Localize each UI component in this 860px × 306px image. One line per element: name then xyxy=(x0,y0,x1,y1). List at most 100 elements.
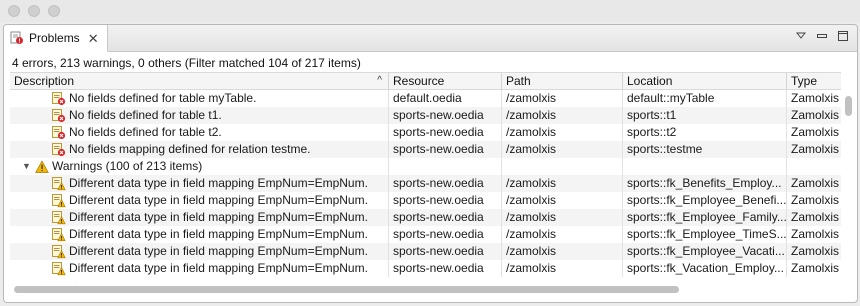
warning-group-icon xyxy=(35,159,49,174)
problem-row[interactable]: Different data type in field mapping Emp… xyxy=(10,226,841,243)
problems-view: Problems ✕ 4 errors, 213 warnings, 0 oth… xyxy=(3,24,858,303)
description-cell: ▼ Warnings (100 of 213 items) xyxy=(10,158,389,175)
resource-cell: default.oedia xyxy=(389,90,502,107)
description-text: Different data type in field mapping Emp… xyxy=(69,261,368,275)
expand-collapse-icon[interactable]: ▼ xyxy=(22,158,32,175)
description-text: No fields mapping defined for relation t… xyxy=(69,142,311,156)
type-cell: Zamolxis xyxy=(791,193,840,207)
maximize-icon[interactable] xyxy=(837,30,849,42)
path-cell: /zamolxis xyxy=(502,107,623,124)
column-header-path[interactable]: Path xyxy=(502,73,623,90)
problem-row[interactable]: No fields defined for table t2. sports-ne… xyxy=(10,124,841,141)
path-cell: /zamolxis xyxy=(502,175,623,192)
warnings-group-row[interactable]: ▼ Warnings (100 of 213 items) xyxy=(10,158,841,175)
minimize-icon[interactable] xyxy=(816,30,828,42)
view-tab-strip: Problems ✕ xyxy=(4,25,857,52)
problem-row[interactable]: No fields mapping defined for relation t… xyxy=(10,141,841,158)
type-cell: Zamolxis xyxy=(791,244,840,258)
location-cell: sports::fk_Employee_Family... xyxy=(623,209,787,226)
warning-marker-icon xyxy=(52,193,66,208)
description-cell: No fields defined for table t2. xyxy=(10,124,389,141)
resource-cell: sports-new.oedia xyxy=(389,107,502,124)
location-cell: sports::fk_Vacation_Employ... xyxy=(623,260,787,277)
path-cell: /zamolxis xyxy=(502,226,623,243)
warning-marker-icon xyxy=(52,261,66,276)
description-cell: Different data type in field mapping Emp… xyxy=(10,260,389,277)
column-header-description[interactable]: Description ^ xyxy=(10,73,389,90)
horizontal-scroll-thumb[interactable] xyxy=(14,286,679,293)
problem-row[interactable]: Different data type in field mapping Emp… xyxy=(10,175,841,192)
description-cell: Different data type in field mapping Emp… xyxy=(10,192,389,209)
problem-row[interactable]: Different data type in field mapping Emp… xyxy=(10,260,841,277)
description-text: Different data type in field mapping Emp… xyxy=(69,227,368,241)
path-cell xyxy=(502,158,623,175)
tab-problems-label: Problems xyxy=(29,31,80,45)
window-titlebar xyxy=(0,0,860,22)
description-cell: No fields defined for table myTable. xyxy=(10,90,389,107)
error-marker-icon xyxy=(52,91,66,106)
location-cell xyxy=(623,158,787,175)
location-cell: sports::t1 xyxy=(623,107,787,124)
problems-summary: 4 errors, 213 warnings, 0 others (Filter… xyxy=(12,56,361,70)
path-cell: /zamolxis xyxy=(502,243,623,260)
type-cell: Zamolxis xyxy=(791,227,840,241)
problem-row[interactable]: Different data type in field mapping Emp… xyxy=(10,192,841,209)
description-text: No fields defined for table t2. xyxy=(69,125,222,139)
path-cell: /zamolxis xyxy=(502,260,623,277)
description-cell: No fields mapping defined for relation t… xyxy=(10,141,389,158)
vertical-scroll-thumb[interactable] xyxy=(845,96,852,116)
location-cell: sports::fk_Employee_Benefi... xyxy=(623,192,787,209)
description-cell: Different data type in field mapping Emp… xyxy=(10,175,389,192)
type-cell: Zamolxis xyxy=(791,142,840,156)
path-cell: /zamolxis xyxy=(502,90,623,107)
column-header-resource[interactable]: Resource xyxy=(389,73,502,90)
problem-row[interactable]: No fields defined for table t1. sports-ne… xyxy=(10,107,841,124)
type-cell: Zamolxis xyxy=(791,261,840,275)
type-cell: Zamolxis xyxy=(791,91,840,105)
path-cell: /zamolxis xyxy=(502,192,623,209)
problem-row[interactable]: No fields defined for table myTable. defa… xyxy=(10,90,841,107)
window-close-button[interactable] xyxy=(8,5,20,17)
problem-row[interactable]: Different data type in field mapping Emp… xyxy=(10,209,841,226)
location-cell: sports::fk_Benefits_Employ... xyxy=(623,175,787,192)
resource-cell: sports-new.oedia xyxy=(389,124,502,141)
resource-cell xyxy=(389,158,502,175)
view-menu-chevron-icon[interactable] xyxy=(795,30,807,42)
vertical-scrollbar[interactable] xyxy=(841,72,856,280)
window-minimize-button[interactable] xyxy=(28,5,40,17)
type-cell xyxy=(787,158,841,175)
description-cell: Different data type in field mapping Emp… xyxy=(10,226,389,243)
resource-cell: sports-new.oedia xyxy=(389,260,502,277)
description-text: Different data type in field mapping Emp… xyxy=(69,176,368,190)
description-cell: Different data type in field mapping Emp… xyxy=(10,209,389,226)
problems-view-icon xyxy=(10,31,24,45)
description-text: Different data type in field mapping Emp… xyxy=(69,210,368,224)
resource-cell: sports-new.oedia xyxy=(389,175,502,192)
problem-row[interactable]: Different data type in field mapping Emp… xyxy=(10,243,841,260)
type-cell: Zamolxis xyxy=(791,108,840,122)
column-header-location[interactable]: Location xyxy=(623,73,787,90)
location-cell: default::myTable xyxy=(623,90,787,107)
resource-cell: sports-new.oedia xyxy=(389,226,502,243)
description-cell: Different data type in field mapping Emp… xyxy=(10,243,389,260)
resource-cell: sports-new.oedia xyxy=(389,209,502,226)
warning-marker-icon xyxy=(52,227,66,242)
column-header-type[interactable]: Type xyxy=(787,73,841,90)
horizontal-scrollbar[interactable] xyxy=(10,282,841,296)
window-zoom-button[interactable] xyxy=(48,5,60,17)
error-marker-icon xyxy=(52,125,66,140)
type-cell: Zamolxis xyxy=(791,176,840,190)
path-cell: /zamolxis xyxy=(502,124,623,141)
warning-marker-icon xyxy=(52,244,66,259)
sort-ascending-icon: ^ xyxy=(377,75,382,86)
tab-problems[interactable]: Problems ✕ xyxy=(4,25,108,52)
description-text: Warnings (100 of 213 items) xyxy=(52,159,203,173)
description-cell: No fields defined for table t1. xyxy=(10,107,389,124)
path-cell: /zamolxis xyxy=(502,209,623,226)
close-icon[interactable]: ✕ xyxy=(88,32,99,45)
description-text: Different data type in field mapping Emp… xyxy=(69,193,368,207)
description-text: No fields defined for table t1. xyxy=(69,108,222,122)
warning-marker-icon xyxy=(52,210,66,225)
resource-cell: sports-new.oedia xyxy=(389,243,502,260)
error-marker-icon xyxy=(52,142,66,157)
